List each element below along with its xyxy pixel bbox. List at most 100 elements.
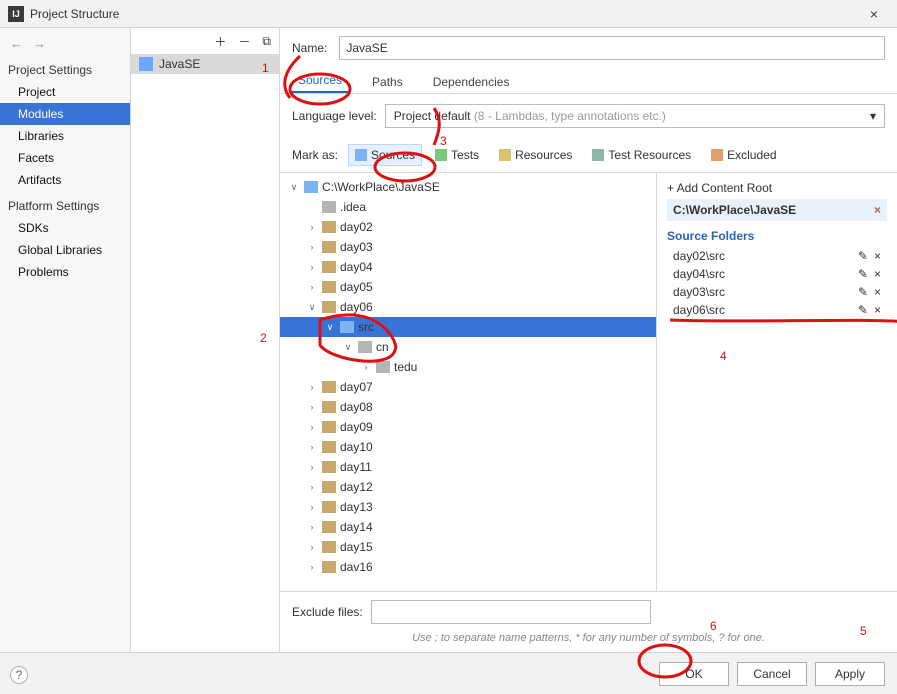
remove-icon[interactable]: × [874,303,881,317]
language-level-select[interactable]: Project default (8 - Lambdas, type annot… [385,104,885,128]
tab-sources[interactable]: Sources [292,69,348,93]
forward-arrow-icon[interactable]: → [33,36,46,51]
tree-node[interactable]: ›day03 [280,237,656,257]
back-arrow-icon[interactable]: ← [10,36,23,51]
remove-root-icon[interactable]: × [874,203,881,217]
mark-test-resources-button[interactable]: Test Resources [585,144,698,166]
mark-label: Test Resources [608,148,691,162]
tree-label: day07 [340,380,373,394]
source-folder-item[interactable]: day03\src✎× [667,283,887,301]
folder-icon [322,401,336,413]
expand-arrow-icon[interactable]: › [306,542,318,552]
sidebar-item-libraries[interactable]: Libraries [0,125,130,147]
tree-node[interactable]: .idea [280,197,656,217]
expand-arrow-icon[interactable]: ∨ [288,182,300,193]
add-content-root-button[interactable]: + Add Content Root [667,181,887,195]
folder-icon [340,321,354,333]
button-bar: OK Cancel Apply [0,652,897,694]
expand-arrow-icon[interactable]: › [306,282,318,292]
expand-arrow-icon[interactable]: › [306,222,318,232]
mark-as-row: Mark as: SourcesTestsResourcesTest Resou… [280,138,897,172]
expand-arrow-icon[interactable]: › [306,482,318,492]
tree-node[interactable]: ›tedu [280,357,656,377]
module-list-item[interactable]: JavaSE [131,54,279,74]
tree-node[interactable]: ›day14 [280,517,656,537]
tree-node[interactable]: ›day02 [280,217,656,237]
source-folder-item[interactable]: day06\src✎× [667,301,887,319]
folder-icon [322,421,336,433]
language-level-row: Language level: Project default (8 - Lam… [280,94,897,138]
tree-node[interactable]: › day07 [280,377,656,397]
tree-node[interactable]: ›dav16 [280,557,656,577]
exclude-files-input[interactable] [371,600,651,624]
apply-button[interactable]: Apply [815,662,885,686]
tree-node[interactable]: ›day04 [280,257,656,277]
expand-arrow-icon[interactable]: › [306,462,318,472]
close-button[interactable]: × [859,4,889,24]
add-module-icon[interactable]: ＋ [214,33,226,50]
expand-arrow-icon[interactable]: ∨ [324,322,336,333]
main-area: ← → Project SettingsProjectModulesLibrar… [0,28,897,652]
mark-label: Excluded [727,148,776,162]
edit-icon[interactable]: ✎ [858,249,868,263]
folder-icon [322,301,336,313]
mark-sources-button[interactable]: Sources [348,144,422,166]
sidebar-item-facets[interactable]: Facets [0,147,130,169]
mark-resources-button[interactable]: Resources [492,144,579,166]
help-button[interactable]: ? [10,666,28,684]
edit-icon[interactable]: ✎ [858,267,868,281]
expand-arrow-icon[interactable]: › [306,562,318,572]
remove-icon[interactable]: × [874,249,881,263]
cancel-button[interactable]: Cancel [737,662,807,686]
tree-node[interactable]: ›day10 [280,437,656,457]
ok-button[interactable]: OK [659,662,729,686]
module-name-input[interactable] [339,36,885,60]
tree-node[interactable]: ›day15 [280,537,656,557]
tree-node[interactable]: ›day11 [280,457,656,477]
tree-node[interactable]: ›day05 [280,277,656,297]
module-label: JavaSE [159,57,200,71]
expand-arrow-icon[interactable]: › [306,262,318,272]
expand-arrow-icon[interactable]: ∨ [306,302,318,313]
sidebar-item-global-libraries[interactable]: Global Libraries [0,239,130,261]
expand-arrow-icon[interactable]: › [306,242,318,252]
tree-node[interactable]: › day12 [280,477,656,497]
tree-label: day08 [340,400,373,414]
tab-paths[interactable]: Paths [366,71,409,93]
remove-icon[interactable]: × [874,267,881,281]
expand-arrow-icon[interactable]: › [306,522,318,532]
remove-module-icon[interactable]: － [238,33,250,50]
sidebar-item-artifacts[interactable]: Artifacts [0,169,130,191]
expand-arrow-icon[interactable]: › [360,362,372,372]
source-folder-item[interactable]: day04\src✎× [667,265,887,283]
expand-arrow-icon[interactable]: › [306,502,318,512]
expand-arrow-icon[interactable]: › [306,442,318,452]
tree-node[interactable]: ›day13 [280,497,656,517]
tree-node[interactable]: ∨ day06 [280,297,656,317]
sidebar-item-problems[interactable]: Problems [0,261,130,283]
sidebar-item-sdks[interactable]: SDKs [0,217,130,239]
tree-label: day06 [340,300,373,314]
expand-arrow-icon[interactable]: ∨ [342,342,354,353]
tree-node[interactable]: ›day09 [280,417,656,437]
edit-icon[interactable]: ✎ [858,285,868,299]
expand-arrow-icon[interactable]: › [306,422,318,432]
copy-module-icon[interactable]: ⧉ [262,34,271,49]
mark-tests-button[interactable]: Tests [428,144,486,166]
edit-icon[interactable]: ✎ [858,303,868,317]
source-folder-item[interactable]: day02\src✎× [667,247,887,265]
tree-label: day12 [340,480,373,494]
folder-icon [322,381,336,393]
source-tree[interactable]: ∨C:\WorkPlace\JavaSE.idea›day02›day03›da… [280,173,657,591]
remove-icon[interactable]: × [874,285,881,299]
tree-node[interactable]: ∨cn [280,337,656,357]
tree-node[interactable]: › day08 [280,397,656,417]
sidebar-item-modules[interactable]: Modules [0,103,130,125]
tree-node[interactable]: ∨C:\WorkPlace\JavaSE [280,177,656,197]
expand-arrow-icon[interactable]: › [306,382,318,392]
tree-node[interactable]: ∨src [280,317,656,337]
expand-arrow-icon[interactable]: › [306,402,318,412]
tab-dependencies[interactable]: Dependencies [427,71,516,93]
mark-excluded-button[interactable]: Excluded [704,144,783,166]
sidebar-item-project[interactable]: Project [0,81,130,103]
